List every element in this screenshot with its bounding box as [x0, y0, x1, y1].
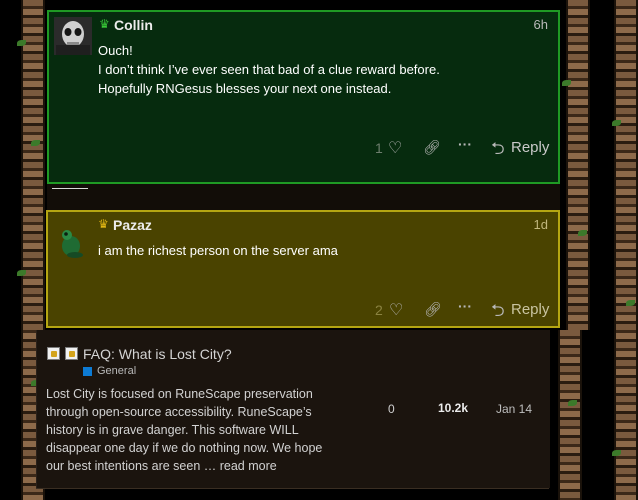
vine-leaf — [578, 230, 587, 236]
lock-icon — [65, 347, 78, 360]
post-divider — [47, 184, 560, 210]
chain-border-right-edge — [614, 0, 638, 500]
skull-avatar-icon — [54, 17, 92, 55]
post-body-line: Hopefully RNGesus blesses your next one … — [98, 81, 392, 96]
crown-icon: ♛ — [99, 17, 110, 31]
category-badge[interactable] — [83, 367, 92, 376]
username[interactable]: Pazaz — [113, 217, 152, 233]
excerpt-line: through open-source accessibility. RuneS… — [46, 405, 312, 419]
ellipsis-icon[interactable]: ··· — [458, 298, 472, 314]
vine-leaf — [31, 140, 40, 146]
reply-arrow-icon[interactable]: ⮌ — [491, 136, 505, 165]
reply-arrow-icon[interactable]: ⮌ — [491, 298, 505, 327]
divider-line — [52, 188, 88, 189]
excerpt-line: history is in grave danger. This softwar… — [46, 423, 299, 437]
reply-button[interactable]: Reply — [511, 139, 549, 156]
vine-leaf — [17, 40, 26, 46]
post-pazaz: ♛ Pazaz 1d i am the richest person on th… — [46, 210, 560, 328]
like-count[interactable]: 1 — [375, 140, 383, 156]
activity-date[interactable]: Jan 14 — [496, 402, 532, 416]
post-body-line: Ouch! — [98, 43, 133, 58]
lock-icon — [47, 347, 60, 360]
vine-leaf — [562, 80, 571, 86]
read-more-link[interactable]: read more — [220, 459, 277, 473]
heart-icon[interactable]: ♡ — [388, 138, 402, 158]
crown-icon: ♛ — [98, 217, 109, 231]
post-date[interactable]: 1d — [534, 217, 548, 232]
chain-border-right-lower — [558, 330, 582, 500]
reply-button[interactable]: Reply — [511, 301, 549, 318]
like-count[interactable]: 2 — [375, 302, 383, 318]
username[interactable]: Collin — [114, 17, 153, 33]
vine-leaf — [17, 270, 26, 276]
vine-leaf — [612, 450, 621, 456]
topic-excerpt[interactable]: Lost City is focused on RuneScape preser… — [46, 385, 346, 475]
excerpt-line: our best intentions are seen … — [46, 459, 217, 473]
ellipsis-icon[interactable]: ··· — [458, 136, 472, 152]
vine-leaf — [626, 300, 635, 306]
heart-icon[interactable]: ♡ — [389, 300, 403, 320]
excerpt-line: disappear one day if we do nothing now. … — [46, 441, 323, 455]
avatar[interactable] — [54, 17, 92, 55]
excerpt-line: Lost City is focused on RuneScape preser… — [46, 387, 313, 401]
link-icon[interactable]: 🔗︎ — [423, 139, 441, 156]
frog-avatar-icon — [62, 230, 83, 258]
vine-leaf — [568, 400, 577, 406]
replies-count[interactable]: 0 — [388, 402, 395, 416]
views-count: 10.2k — [438, 401, 469, 415]
post-date[interactable]: 6h — [534, 17, 548, 32]
post-collin: ♛ Collin 6h Ouch! I don’t think I’ve eve… — [47, 10, 560, 184]
suggested-topics: FAQ: What is Lost City? General Lost Cit… — [36, 330, 550, 488]
link-icon[interactable]: 🔗︎ — [424, 301, 442, 318]
topic-bottom-border — [36, 488, 549, 489]
topic-title[interactable]: FAQ: What is Lost City? — [83, 346, 232, 362]
avatar[interactable] — [53, 222, 91, 260]
category-name[interactable]: General — [97, 365, 136, 377]
post-body-line: I don’t think I’ve ever seen that bad of… — [98, 62, 440, 77]
vine-leaf — [612, 120, 621, 126]
post-body-line: i am the richest person on the server am… — [98, 243, 338, 258]
chain-border-right — [566, 0, 590, 330]
